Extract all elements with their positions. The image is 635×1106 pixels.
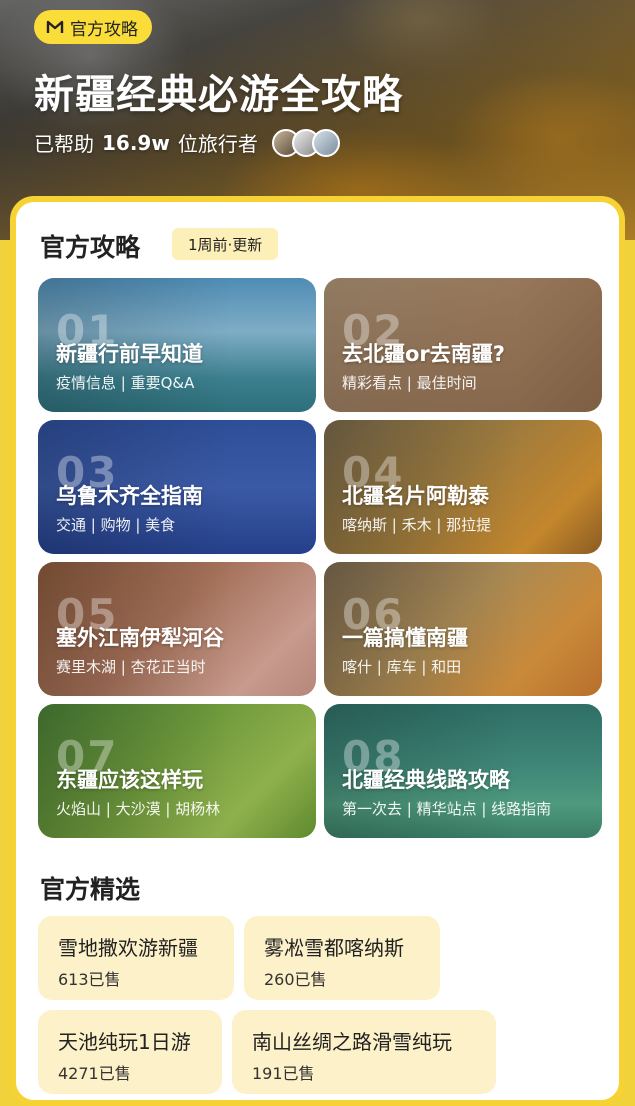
helped-count: 16.9w bbox=[102, 130, 170, 155]
helped-prefix: 已帮助 bbox=[34, 132, 94, 156]
guide-tile-01[interactable]: 01 新疆行前早知道 疫情信息 | 重要Q&A bbox=[38, 278, 316, 412]
tile-title: 新疆行前早知道 bbox=[56, 342, 203, 366]
guide-tile-06[interactable]: 06 一篇搞懂南疆 喀什 | 库车 | 和田 bbox=[324, 562, 602, 696]
content-card: 官方攻略 1周前·更新 01 新疆行前早知道 疫情信息 | 重要Q&A 02 去… bbox=[10, 196, 625, 1106]
guide-tile-05[interactable]: 05 塞外江南伊犁河谷 赛里木湖 | 杏花正当时 bbox=[38, 562, 316, 696]
guide-tile-02[interactable]: 02 去北疆or去南疆? 精彩看点 | 最佳时间 bbox=[324, 278, 602, 412]
pick-sold: 4271已售 bbox=[58, 1064, 131, 1083]
pick-card-1[interactable]: 雪地撒欢游新疆 613已售 bbox=[38, 916, 234, 1000]
pick-name: 雾凇雪都喀纳斯 bbox=[264, 936, 404, 960]
badge-label: 官方攻略 bbox=[70, 19, 138, 40]
tile-subtitle: 精彩看点 | 最佳时间 bbox=[342, 374, 477, 392]
tile-subtitle: 喀什 | 库车 | 和田 bbox=[342, 658, 462, 676]
tile-subtitle: 疫情信息 | 重要Q&A bbox=[56, 374, 195, 392]
tile-subtitle: 赛里木湖 | 杏花正当时 bbox=[56, 658, 206, 676]
official-guide-badge[interactable]: 官方攻略 bbox=[34, 10, 152, 44]
tile-title: 北疆名片阿勒泰 bbox=[342, 484, 489, 508]
tile-title: 东疆应该这样玩 bbox=[56, 768, 203, 792]
tile-subtitle: 喀纳斯 | 禾木 | 那拉提 bbox=[342, 516, 492, 534]
guide-tile-07[interactable]: 07 东疆应该这样玩 火焰山 | 大沙漠 | 胡杨林 bbox=[38, 704, 316, 838]
guide-tile-04[interactable]: 04 北疆名片阿勒泰 喀纳斯 | 禾木 | 那拉提 bbox=[324, 420, 602, 554]
pick-name: 天池纯玩1日游 bbox=[58, 1030, 191, 1054]
avatar bbox=[311, 128, 340, 157]
update-badge: 1周前·更新 bbox=[172, 228, 279, 260]
pick-card-4[interactable]: 南山丝绸之路滑雪纯玩 191已售 bbox=[232, 1010, 496, 1094]
tile-subtitle: 火焰山 | 大沙漠 | 胡杨林 bbox=[56, 800, 221, 818]
pick-sold: 191已售 bbox=[252, 1064, 315, 1083]
tile-subtitle: 交通 | 购物 | 美食 bbox=[56, 516, 176, 534]
tile-title: 塞外江南伊犁河谷 bbox=[56, 626, 224, 650]
tile-subtitle: 第一次去 | 精华站点 | 线路指南 bbox=[342, 800, 552, 818]
helped-count-line: 已帮助 16.9w 位旅行者 bbox=[34, 128, 340, 157]
tile-title: 北疆经典线路攻略 bbox=[342, 768, 510, 792]
tile-title: 去北疆or去南疆? bbox=[342, 342, 505, 366]
pick-card-2[interactable]: 雾凇雪都喀纳斯 260已售 bbox=[244, 916, 440, 1000]
page-title: 新疆经典必游全攻略 bbox=[34, 72, 403, 118]
tile-title: 乌鲁木齐全指南 bbox=[56, 484, 203, 508]
tile-title: 一篇搞懂南疆 bbox=[342, 626, 468, 650]
pick-sold: 260已售 bbox=[264, 970, 327, 989]
traveler-avatars bbox=[271, 128, 340, 157]
brand-logo-icon bbox=[46, 20, 64, 33]
guide-tile-08[interactable]: 08 北疆经典线路攻略 第一次去 | 精华站点 | 线路指南 bbox=[324, 704, 602, 838]
pick-name: 南山丝绸之路滑雪纯玩 bbox=[252, 1030, 452, 1054]
picks-section-title: 官方精选 bbox=[40, 875, 141, 904]
helped-suffix: 位旅行者 bbox=[177, 132, 258, 156]
guide-tile-03[interactable]: 03 乌鲁木齐全指南 交通 | 购物 | 美食 bbox=[38, 420, 316, 554]
guides-section-title: 官方攻略 bbox=[40, 233, 141, 262]
pick-sold: 613已售 bbox=[58, 970, 121, 989]
pick-card-3[interactable]: 天池纯玩1日游 4271已售 bbox=[38, 1010, 222, 1094]
pick-name: 雪地撒欢游新疆 bbox=[58, 936, 198, 960]
